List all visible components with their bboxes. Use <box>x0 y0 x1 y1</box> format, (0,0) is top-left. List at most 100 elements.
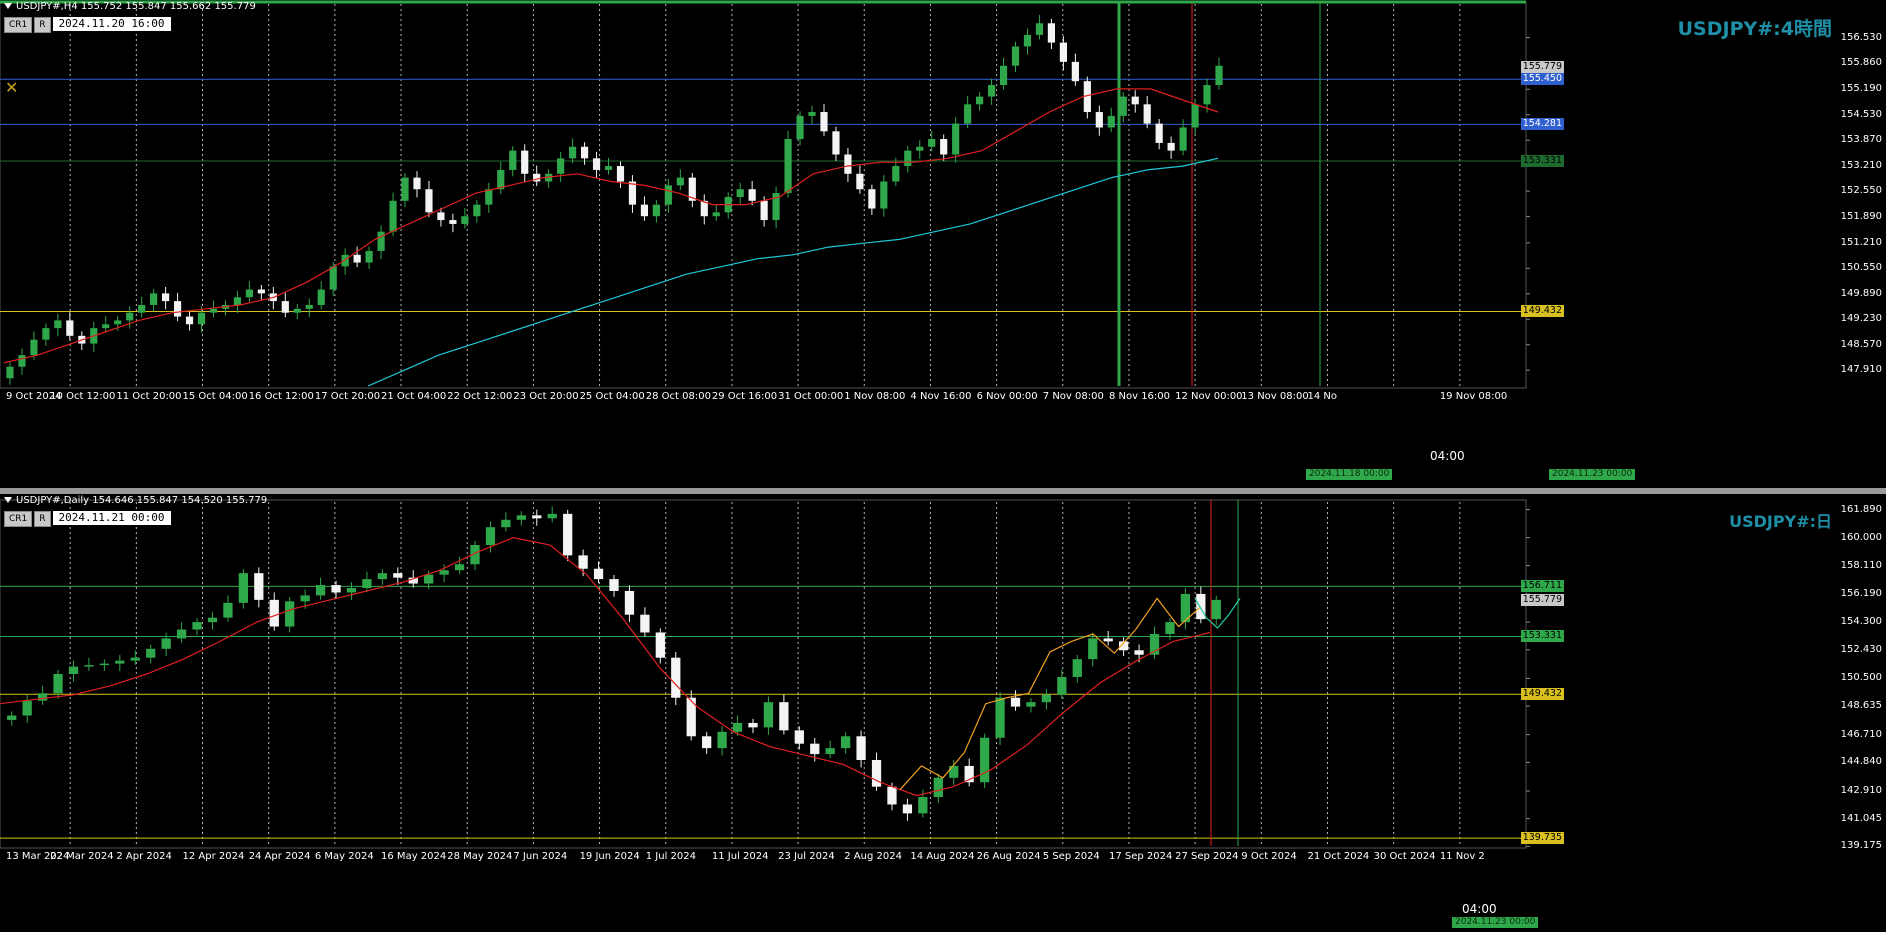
candle-body <box>473 204 481 217</box>
candle-body <box>1191 104 1199 128</box>
candle-body <box>995 697 1005 738</box>
daily-x-badge-1: 2024.11.23 00:00 <box>1452 917 1539 928</box>
y-tick-label: 146.710 <box>1840 728 1882 740</box>
x-tick-label: 1 Jul 2024 <box>645 851 696 862</box>
h4-chart-svg[interactable] <box>0 0 1886 488</box>
candle-body <box>808 112 816 116</box>
candle-body <box>976 96 984 105</box>
candle-body <box>841 736 851 749</box>
r-button[interactable]: R <box>34 511 51 527</box>
candle-body <box>949 765 959 778</box>
candle-body <box>676 177 684 186</box>
candle-body <box>281 301 289 313</box>
candle-body <box>315 585 326 596</box>
candle-body <box>1041 694 1052 703</box>
y-tick-label: 141.045 <box>1840 812 1882 824</box>
x-tick-label: 2 Apr 2024 <box>116 851 172 862</box>
candle-body <box>437 212 445 221</box>
x-tick-label: 7 Jun 2024 <box>513 851 568 862</box>
cr1-button[interactable]: CR1 <box>4 17 33 33</box>
candle-body <box>1203 85 1211 105</box>
moving-average-line <box>0 536 1211 797</box>
candle-body <box>916 146 924 151</box>
h4-chart-title: USDJPY#:4時間 <box>1677 18 1832 40</box>
candle-body <box>413 177 421 190</box>
candle-body <box>1103 638 1113 642</box>
candle-body <box>115 660 125 664</box>
candle-body <box>609 579 619 591</box>
daily-chart-pane[interactable]: USDJPY#,Daily 154.646 155.847 154.520 15… <box>0 494 1886 932</box>
candle-body <box>844 154 852 174</box>
candle-body <box>389 200 397 232</box>
x-tick-label: 31 Oct 00:00 <box>778 391 844 402</box>
candle-body <box>22 700 32 716</box>
candle-body <box>254 573 264 600</box>
candle-body <box>305 304 313 309</box>
x-tick-label: 26 Aug 2024 <box>976 851 1041 862</box>
candle-body <box>449 220 457 224</box>
x-tick-label: 12 Apr 2024 <box>182 851 245 862</box>
candle-body <box>53 674 63 694</box>
x-tick-label: 8 Nov 16:00 <box>1108 391 1171 402</box>
y-tick-label: 149.890 <box>1840 287 1882 299</box>
price-badge: 155.779 <box>1520 60 1564 73</box>
candle-body <box>928 139 936 147</box>
candle-body <box>209 308 218 313</box>
candle-body <box>664 185 672 205</box>
x-tick-label: 28 May 2024 <box>447 851 513 862</box>
candle-body <box>66 320 74 336</box>
y-tick-label: 151.890 <box>1840 210 1882 222</box>
candle-body <box>377 231 385 251</box>
plot-frame <box>0 1 1527 389</box>
candle-body <box>192 622 202 630</box>
candle-body <box>150 293 158 305</box>
candle-body <box>868 189 876 209</box>
candle-body <box>1134 650 1144 655</box>
candle-body <box>1119 96 1127 116</box>
candle-body <box>461 216 469 224</box>
candle-body <box>624 590 635 615</box>
candle-body <box>918 797 928 814</box>
x-tick-label: 15 Oct 04:00 <box>182 391 248 402</box>
candle-body <box>37 693 48 701</box>
candle-body <box>293 308 301 313</box>
y-tick-label: 144.840 <box>1840 756 1882 768</box>
h4-chart-pane[interactable]: USDJPY#,H4 155.752 155.847 155.662 155.7… <box>0 0 1886 488</box>
candle-body <box>233 297 242 305</box>
candle-body <box>593 568 604 580</box>
candle-body <box>902 804 913 814</box>
candle-body <box>732 722 743 732</box>
cr1-button[interactable]: CR1 <box>4 511 33 527</box>
candle-body <box>784 139 792 194</box>
price-badge: 149.432 <box>1520 305 1564 318</box>
y-tick-label: 149.230 <box>1840 313 1882 325</box>
candle-body <box>1107 115 1115 128</box>
candle-body <box>1143 104 1151 124</box>
candle-body <box>1167 142 1175 151</box>
candle-body <box>173 301 182 317</box>
r-button[interactable]: R <box>34 17 51 33</box>
candle-body <box>880 181 888 209</box>
candle-body <box>138 304 146 313</box>
candle-body <box>485 189 493 205</box>
candle-body <box>223 602 233 618</box>
candle-body <box>485 527 496 545</box>
candle-body <box>796 115 804 140</box>
candle-body <box>84 665 94 667</box>
y-tick-label: 160.000 <box>1840 531 1882 543</box>
price-badge: 155.450 <box>1520 73 1564 86</box>
daily-datetime: 2024.11.21 00:00 <box>52 511 171 525</box>
price-badge: 153.331 <box>1520 630 1564 643</box>
daily-info-bar: CR1 R 2024.11.21 00:00 <box>4 511 171 527</box>
collapse-triangle-icon[interactable] <box>4 3 12 9</box>
x-tick-label: 16 Oct 12:00 <box>248 391 314 402</box>
crosshair-tool-icon[interactable]: ✕ <box>5 78 18 97</box>
daily-time-marker: 04:00 <box>1462 902 1497 916</box>
collapse-triangle-icon[interactable] <box>4 497 12 503</box>
daily-chart-svg[interactable] <box>0 494 1886 932</box>
candle-body <box>102 324 110 329</box>
y-tick-label: 156.190 <box>1840 588 1882 600</box>
candle-body <box>825 748 835 755</box>
x-tick-label: 11 Jul 2024 <box>711 851 769 862</box>
y-tick-label: 142.910 <box>1840 784 1882 796</box>
